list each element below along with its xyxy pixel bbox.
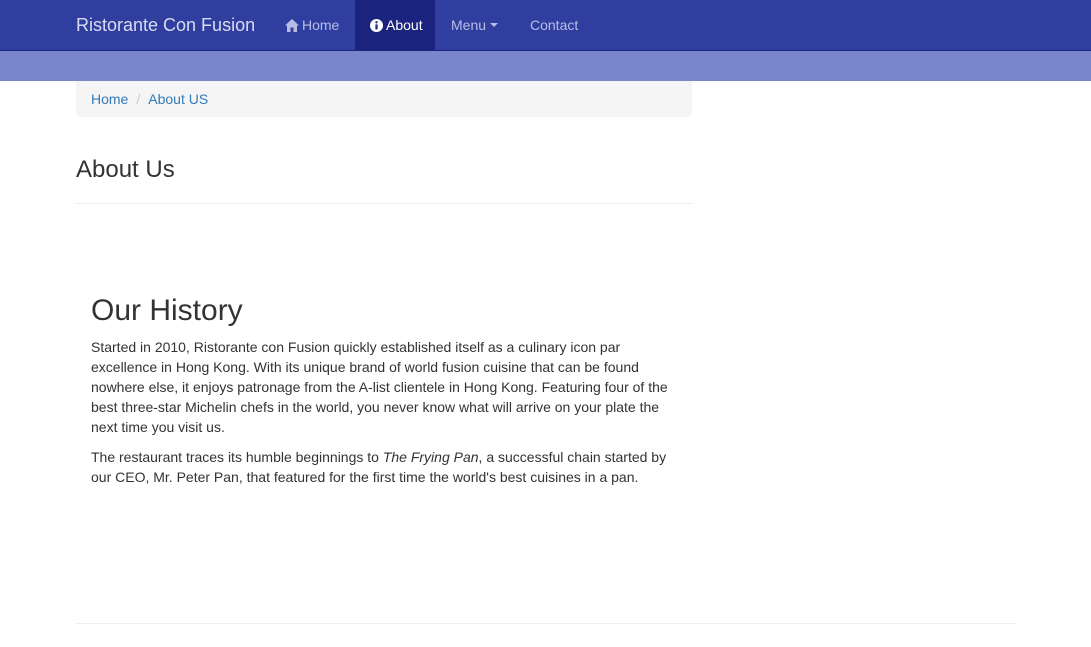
history-paragraph-2-start: The restaurant traces its humble beginni… — [91, 449, 383, 465]
history-heading: Our History — [91, 294, 243, 327]
navbar: Ristorante Con Fusion Home About Menu Co… — [0, 0, 1091, 51]
breadcrumb-about[interactable]: About US — [148, 91, 208, 107]
title-divider — [76, 203, 692, 204]
caret-down-icon — [490, 23, 499, 27]
breadcrumb-home[interactable]: Home — [91, 91, 128, 107]
brand-link[interactable]: Ristorante Con Fusion — [76, 0, 255, 50]
nav-home[interactable]: Home — [270, 0, 354, 50]
nav-contact-label: Contact — [530, 17, 579, 33]
breadcrumb-separator: / — [136, 91, 141, 107]
frying-pan-emphasis: The Frying Pan — [382, 449, 479, 465]
nav-home-label: Home — [302, 17, 340, 33]
page-title: About Us — [76, 156, 175, 183]
nav-about[interactable]: About — [355, 0, 435, 50]
history-paragraph-1: Started in 2010, Ristorante con Fusion q… — [91, 339, 668, 435]
nav-menu-dropdown[interactable]: Menu — [436, 0, 513, 50]
breadcrumb: Home / About US — [76, 81, 692, 117]
home-icon — [285, 18, 299, 32]
bottom-divider — [76, 623, 1016, 624]
nav-about-label: About — [386, 17, 423, 33]
info-sign-icon — [370, 18, 383, 32]
nav-contact[interactable]: Contact — [515, 0, 593, 50]
nav-menu-label: Menu — [451, 17, 487, 33]
jumbotron — [0, 51, 1091, 81]
history-body: Started in 2010, Ristorante con Fusion q… — [91, 337, 676, 497]
history-paragraph-2: The restaurant traces its humble beginni… — [91, 447, 676, 487]
